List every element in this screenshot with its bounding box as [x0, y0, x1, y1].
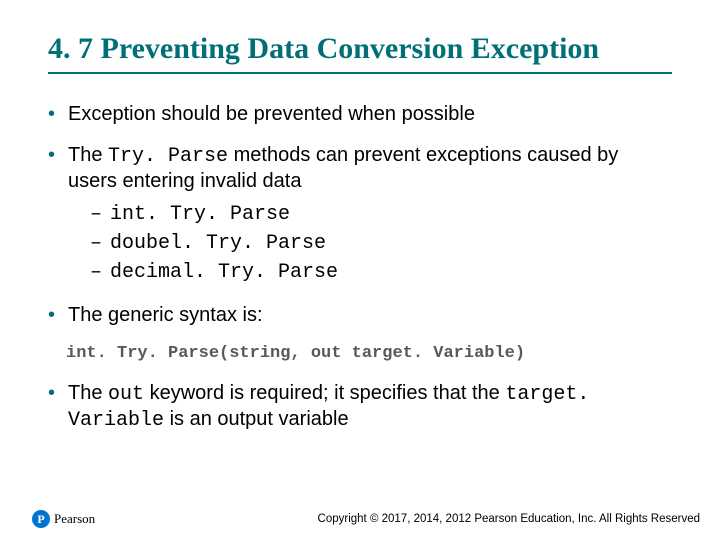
- logo-text: Pearson: [54, 511, 95, 527]
- sub-bullet-item: int. Try. Parse: [68, 200, 672, 229]
- logo-mark-icon: P: [32, 510, 50, 528]
- copyright-text: Copyright © 2017, 2014, 2012 Pearson Edu…: [318, 513, 700, 525]
- inline-code: out: [108, 383, 144, 406]
- bullet-list: Exception should be prevented when possi…: [48, 102, 672, 328]
- bullet-text: The: [68, 144, 108, 166]
- bullet-text: is an output variable: [164, 408, 349, 430]
- bullet-item: Exception should be prevented when possi…: [48, 102, 672, 127]
- sub-bullet-list: int. Try. Parse doubel. Try. Parse decim…: [68, 200, 672, 287]
- inline-code: Try. Parse: [108, 145, 228, 168]
- sub-bullet-item: decimal. Try. Parse: [68, 258, 672, 287]
- footer: P Pearson Copyright © 2017, 2014, 2012 P…: [0, 510, 720, 528]
- bullet-text: The: [68, 382, 108, 404]
- logo-letter: P: [37, 513, 44, 525]
- sub-bullet-item: doubel. Try. Parse: [68, 229, 672, 258]
- slide-title: 4. 7 Preventing Data Conversion Exceptio…: [48, 32, 672, 74]
- bullet-list: The out keyword is required; it specifie…: [48, 381, 672, 433]
- code-snippet: int. Try. Parse(string, out target. Vari…: [66, 344, 672, 363]
- bullet-item: The out keyword is required; it specifie…: [48, 381, 672, 433]
- bullet-text: keyword is required; it specifies that t…: [144, 382, 505, 404]
- bullet-item: The generic syntax is:: [48, 303, 672, 328]
- brand-logo: P Pearson: [32, 510, 95, 528]
- bullet-item: The Try. Parse methods can prevent excep…: [48, 143, 672, 287]
